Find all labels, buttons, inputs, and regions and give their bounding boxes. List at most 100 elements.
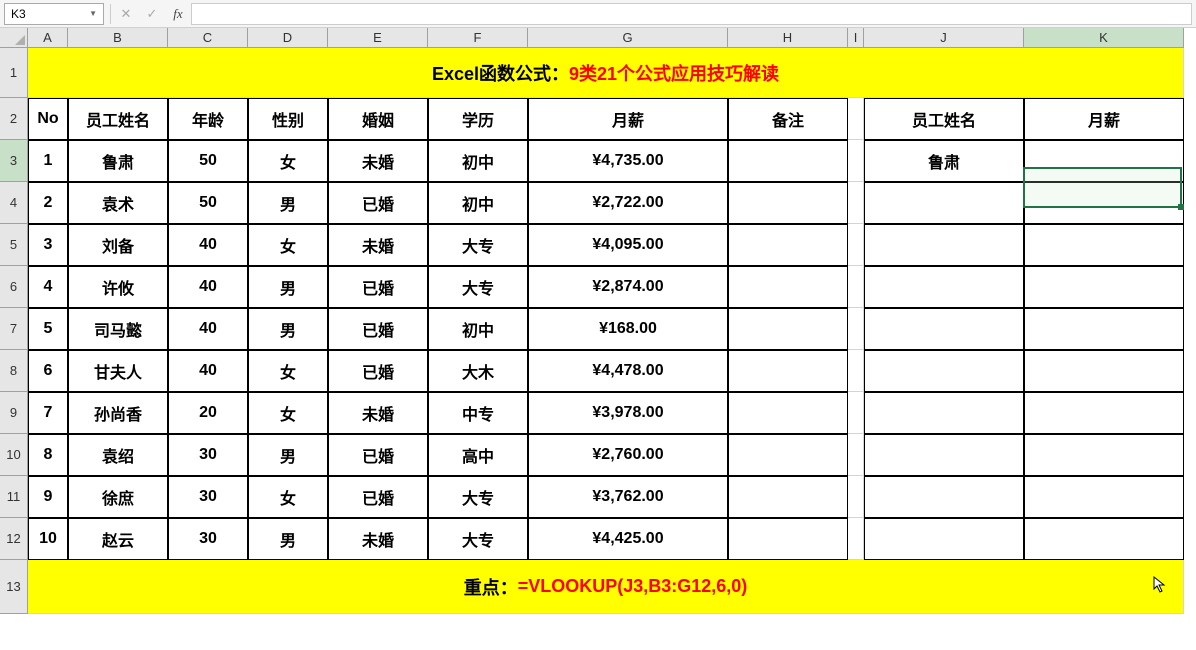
side-header-name[interactable]: 员工姓名 xyxy=(864,98,1024,140)
data-r3-c6[interactable]: ¥2,874.00 xyxy=(528,266,728,308)
side-salary-value[interactable] xyxy=(1024,140,1184,182)
data-r7-c3[interactable]: 男 xyxy=(248,434,328,476)
data-r7-c1[interactable]: 袁绍 xyxy=(68,434,168,476)
row-header-6[interactable]: 6 xyxy=(0,266,28,308)
data-r0-c6[interactable]: ¥4,735.00 xyxy=(528,140,728,182)
column-header-B[interactable]: B xyxy=(68,28,168,48)
select-all-corner[interactable] xyxy=(0,28,28,48)
side-empty[interactable] xyxy=(864,434,1024,476)
column-header-H[interactable]: H xyxy=(728,28,848,48)
row-header-11[interactable]: 11 xyxy=(0,476,28,518)
data-r6-c6[interactable]: ¥3,978.00 xyxy=(528,392,728,434)
column-header-G[interactable]: G xyxy=(528,28,728,48)
data-r5-c3[interactable]: 女 xyxy=(248,350,328,392)
data-r1-c4[interactable]: 已婚 xyxy=(328,182,428,224)
data-r6-c4[interactable]: 未婚 xyxy=(328,392,428,434)
data-r5-c7[interactable] xyxy=(728,350,848,392)
gap-cell[interactable] xyxy=(848,434,864,476)
gap-cell[interactable] xyxy=(848,308,864,350)
row-header-1[interactable]: 1 xyxy=(0,48,28,98)
data-r8-c6[interactable]: ¥3,762.00 xyxy=(528,476,728,518)
data-r4-c2[interactable]: 40 xyxy=(168,308,248,350)
column-header-K[interactable]: K xyxy=(1024,28,1184,48)
data-r4-c5[interactable]: 初中 xyxy=(428,308,528,350)
data-r1-c6[interactable]: ¥2,722.00 xyxy=(528,182,728,224)
side-empty[interactable] xyxy=(1024,308,1184,350)
data-r2-c2[interactable]: 40 xyxy=(168,224,248,266)
data-r4-c3[interactable]: 男 xyxy=(248,308,328,350)
data-r9-c3[interactable]: 男 xyxy=(248,518,328,560)
data-r2-c0[interactable]: 3 xyxy=(28,224,68,266)
data-r1-c5[interactable]: 初中 xyxy=(428,182,528,224)
data-r0-c2[interactable]: 50 xyxy=(168,140,248,182)
data-r8-c7[interactable] xyxy=(728,476,848,518)
header-6[interactable]: 月薪 xyxy=(528,98,728,140)
data-r7-c0[interactable]: 8 xyxy=(28,434,68,476)
column-header-I[interactable]: I xyxy=(848,28,864,48)
data-r6-c0[interactable]: 7 xyxy=(28,392,68,434)
side-empty[interactable] xyxy=(1024,434,1184,476)
data-r9-c2[interactable]: 30 xyxy=(168,518,248,560)
side-header-salary[interactable]: 月薪 xyxy=(1024,98,1184,140)
row-header-4[interactable]: 4 xyxy=(0,182,28,224)
data-r8-c5[interactable]: 大专 xyxy=(428,476,528,518)
side-empty[interactable] xyxy=(864,518,1024,560)
data-r0-c7[interactable] xyxy=(728,140,848,182)
gap-cell[interactable] xyxy=(848,518,864,560)
data-r4-c6[interactable]: ¥168.00 xyxy=(528,308,728,350)
gap-cell[interactable] xyxy=(848,140,864,182)
row-header-13[interactable]: 13 xyxy=(0,560,28,614)
data-r7-c7[interactable] xyxy=(728,434,848,476)
header-4[interactable]: 婚姻 xyxy=(328,98,428,140)
row-header-3[interactable]: 3 xyxy=(0,140,28,182)
side-empty[interactable] xyxy=(864,350,1024,392)
data-r5-c4[interactable]: 已婚 xyxy=(328,350,428,392)
chevron-down-icon[interactable]: ▼ xyxy=(89,9,97,18)
data-r0-c3[interactable]: 女 xyxy=(248,140,328,182)
data-r2-c3[interactable]: 女 xyxy=(248,224,328,266)
row-header-8[interactable]: 8 xyxy=(0,350,28,392)
header-0[interactable]: No xyxy=(28,98,68,140)
column-header-E[interactable]: E xyxy=(328,28,428,48)
side-empty[interactable] xyxy=(1024,518,1184,560)
side-empty[interactable] xyxy=(864,392,1024,434)
side-empty[interactable] xyxy=(864,224,1024,266)
data-r8-c1[interactable]: 徐庶 xyxy=(68,476,168,518)
data-r8-c0[interactable]: 9 xyxy=(28,476,68,518)
data-r3-c0[interactable]: 4 xyxy=(28,266,68,308)
header-5[interactable]: 学历 xyxy=(428,98,528,140)
header-7[interactable]: 备注 xyxy=(728,98,848,140)
gap-cell[interactable] xyxy=(848,476,864,518)
data-r7-c4[interactable]: 已婚 xyxy=(328,434,428,476)
data-r6-c7[interactable] xyxy=(728,392,848,434)
data-r8-c3[interactable]: 女 xyxy=(248,476,328,518)
row-header-2[interactable]: 2 xyxy=(0,98,28,140)
data-r3-c4[interactable]: 已婚 xyxy=(328,266,428,308)
data-r5-c0[interactable]: 6 xyxy=(28,350,68,392)
row-header-12[interactable]: 12 xyxy=(0,518,28,560)
data-r5-c2[interactable]: 40 xyxy=(168,350,248,392)
data-r4-c7[interactable] xyxy=(728,308,848,350)
header-2[interactable]: 年龄 xyxy=(168,98,248,140)
column-header-D[interactable]: D xyxy=(248,28,328,48)
header-1[interactable]: 员工姓名 xyxy=(68,98,168,140)
row-header-10[interactable]: 10 xyxy=(0,434,28,476)
header-3[interactable]: 性别 xyxy=(248,98,328,140)
data-r7-c5[interactable]: 高中 xyxy=(428,434,528,476)
data-r2-c1[interactable]: 刘备 xyxy=(68,224,168,266)
data-r7-c2[interactable]: 30 xyxy=(168,434,248,476)
data-r1-c2[interactable]: 50 xyxy=(168,182,248,224)
data-r1-c7[interactable] xyxy=(728,182,848,224)
confirm-icon[interactable]: ✓ xyxy=(139,3,165,25)
column-header-A[interactable]: A xyxy=(28,28,68,48)
data-r5-c5[interactable]: 大木 xyxy=(428,350,528,392)
data-r1-c1[interactable]: 袁术 xyxy=(68,182,168,224)
data-r9-c0[interactable]: 10 xyxy=(28,518,68,560)
data-r6-c5[interactable]: 中专 xyxy=(428,392,528,434)
row-header-9[interactable]: 9 xyxy=(0,392,28,434)
data-r9-c4[interactable]: 未婚 xyxy=(328,518,428,560)
data-r3-c1[interactable]: 许攸 xyxy=(68,266,168,308)
gap-cell[interactable] xyxy=(848,266,864,308)
gap-cell[interactable] xyxy=(848,350,864,392)
data-r9-c6[interactable]: ¥4,425.00 xyxy=(528,518,728,560)
